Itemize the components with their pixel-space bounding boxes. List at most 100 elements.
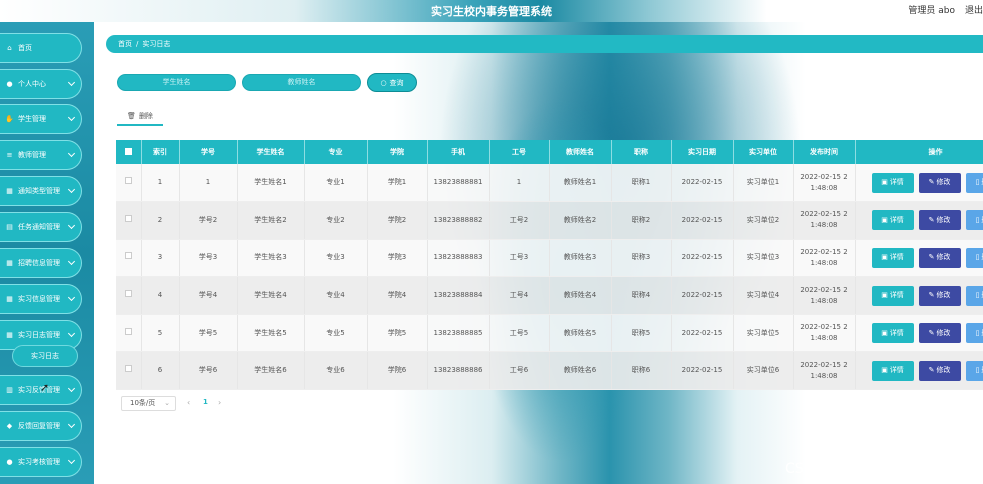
bank-icon: ▥ (6, 386, 13, 394)
column-header: 操作 (855, 140, 983, 164)
row-checkbox[interactable] (116, 164, 142, 203)
teacher-name-input[interactable]: 教师姓名 (242, 74, 361, 91)
grid-icon: ▦ (6, 295, 13, 303)
table-row: 1 1 学生姓名1 专业1 学院1 13823888881 1 教师姓名1 职称1 2022-02… (116, 164, 983, 203)
table-cell: 学院4 (367, 276, 428, 315)
page-size-select[interactable]: 10条/页 ⌄ (121, 396, 176, 411)
search-button[interactable]: ○ 查询 (367, 73, 417, 92)
next-page-button[interactable]: › (218, 398, 221, 407)
table-cell: 2022-02-15 2 1:48:08 (793, 314, 856, 353)
table-cell: 工号6 (489, 351, 550, 391)
prev-page-button[interactable]: ‹ (187, 398, 190, 407)
table-cell: 专业6 (304, 351, 368, 391)
edit-button[interactable]: ✎ 修改 (918, 210, 961, 231)
sidebar-item[interactable]: ● 实习考核管理 (0, 447, 82, 477)
table-cell: 2022-02-15 2 1:48:08 (793, 276, 856, 315)
edit-button[interactable]: ✎ 修改 (918, 247, 961, 268)
actions-cell: ▣详情✎修改▯删除 (855, 314, 983, 353)
delete-button[interactable]: ▯删除 (965, 172, 983, 193)
person-icon: ● (6, 458, 13, 466)
column-header: 工号 (489, 140, 550, 164)
table-cell: 13823888883 (427, 239, 490, 278)
file-icon: ▣ (881, 253, 888, 262)
table-cell: 工号3 (489, 239, 550, 278)
table-cell: 2022-02-15 2 1:48:08 (793, 201, 856, 240)
sidebar-subitem[interactable]: 实习日志 (12, 345, 78, 367)
sidebar-item[interactable]: ⌂ 首页 (0, 33, 82, 63)
trash-icon: ▯ (975, 291, 980, 300)
delete-button[interactable]: ▯删除 (965, 247, 983, 268)
table-cell: 学生姓名5 (237, 314, 305, 353)
table-cell: 4 (141, 276, 180, 315)
student-name-input[interactable]: 学生姓名 (117, 74, 236, 91)
table-cell: 学生姓名2 (237, 201, 305, 240)
table-cell: 教师姓名3 (549, 239, 612, 278)
column-header: 教师姓名 (549, 140, 612, 164)
page-number-1[interactable]: 1 (203, 398, 208, 406)
trash-icon: ▯ (975, 178, 980, 187)
sidebar-item[interactable]: ✋ 学生管理 (0, 104, 82, 134)
table-cell: 教师姓名6 (549, 351, 612, 391)
delete-button[interactable]: ▯删除 (965, 210, 983, 231)
breadcrumb: 首页 / 实习日志 (106, 35, 983, 53)
row-checkbox[interactable] (116, 239, 142, 278)
edit-button[interactable]: ✎ 修改 (918, 360, 961, 381)
list-icon: ≡ (6, 151, 13, 159)
table-row: 3 学号3 学生姓名3 专业3 学院3 13823888883 工号3 教师姓名3 职称3 202… (116, 239, 983, 278)
detail-button[interactable]: ▣ 详情 (871, 360, 914, 381)
system-title: 实习生校内事务管理系统 (431, 5, 552, 18)
table-cell: 学号2 (179, 201, 238, 240)
breadcrumb-home[interactable]: 首页 (118, 39, 132, 49)
detail-button[interactable]: ▣ 详情 (871, 323, 914, 344)
edit-button[interactable]: ✎ 修改 (918, 172, 961, 193)
row-checkbox[interactable] (116, 351, 142, 391)
table-cell: 学号3 (179, 239, 238, 278)
sidebar-item[interactable]: ≡ 教师管理 (0, 140, 82, 170)
trash-icon: ▯ (975, 253, 980, 262)
table-cell: 3 (141, 239, 180, 278)
detail-button[interactable]: ▣ 详情 (871, 172, 914, 193)
sidebar-item[interactable]: ▤ 任务通知管理 (0, 212, 82, 242)
logout-link[interactable]: 退出 (965, 3, 983, 16)
table-cell: 教师姓名2 (549, 201, 612, 240)
table-cell: 学号4 (179, 276, 238, 315)
sidebar-item[interactable]: ▦ 实习信息管理 (0, 284, 82, 314)
sidebar-item[interactable]: ◆ 反馈回复管理 (0, 411, 82, 441)
sidebar-item[interactable]: ● 个人中心 (0, 69, 82, 99)
column-header: 索引 (141, 140, 180, 164)
sidebar: ⌂ 首页 ● 个人中心 ✋ 学生管理 ≡ 教师管理 ▦ 通知类型管理 ▤ 任务通知管理 ▦ 招聘信息管理 ▦… (0, 22, 94, 484)
sidebar-item[interactable]: ▦ 招聘信息管理 (0, 248, 82, 278)
table-cell: 学号5 (179, 314, 238, 353)
column-header: 学号 (179, 140, 238, 164)
table-cell: 专业2 (304, 201, 368, 240)
edit-button[interactable]: ✎ 修改 (918, 285, 961, 306)
delete-button[interactable]: ▯删除 (965, 323, 983, 344)
detail-button-label: 详情 (889, 253, 904, 262)
home-icon: ⌂ (7, 44, 12, 52)
db-icon: ▤ (6, 223, 13, 231)
grid-icon: ▦ (6, 259, 13, 267)
actions-cell: ▣详情✎修改▯删除 (855, 239, 983, 278)
sidebar-item-label: 首页 (18, 44, 32, 52)
row-checkbox[interactable] (116, 314, 142, 353)
file-icon: ▣ (881, 328, 888, 337)
select-all-checkbox[interactable] (116, 140, 142, 164)
detail-button-label: 详情 (889, 366, 904, 375)
delete-button[interactable]: ▯删除 (965, 360, 983, 381)
table-cell: 实习单位1 (733, 164, 794, 203)
bulk-delete-button[interactable]: 🗑 删除 (117, 108, 163, 126)
table-row: 2 学号2 学生姓名2 专业2 学院2 13823888882 工号2 教师姓名2 职称2 202… (116, 201, 983, 240)
admin-user-label[interactable]: 管理员 abo (908, 3, 955, 16)
sidebar-item[interactable]: ▦ 通知类型管理 (0, 176, 82, 206)
detail-button[interactable]: ▣ 详情 (871, 285, 914, 306)
row-checkbox[interactable] (116, 201, 142, 240)
column-header: 学院 (367, 140, 428, 164)
row-checkbox[interactable] (116, 276, 142, 315)
table-cell: 教师姓名1 (549, 164, 612, 203)
table-cell: 13823888882 (427, 201, 490, 240)
edit-button[interactable]: ✎ 修改 (918, 323, 961, 344)
detail-button[interactable]: ▣ 详情 (871, 210, 914, 231)
trash-icon: 🗑 (127, 112, 136, 120)
detail-button[interactable]: ▣ 详情 (871, 247, 914, 268)
delete-button[interactable]: ▯删除 (965, 285, 983, 306)
